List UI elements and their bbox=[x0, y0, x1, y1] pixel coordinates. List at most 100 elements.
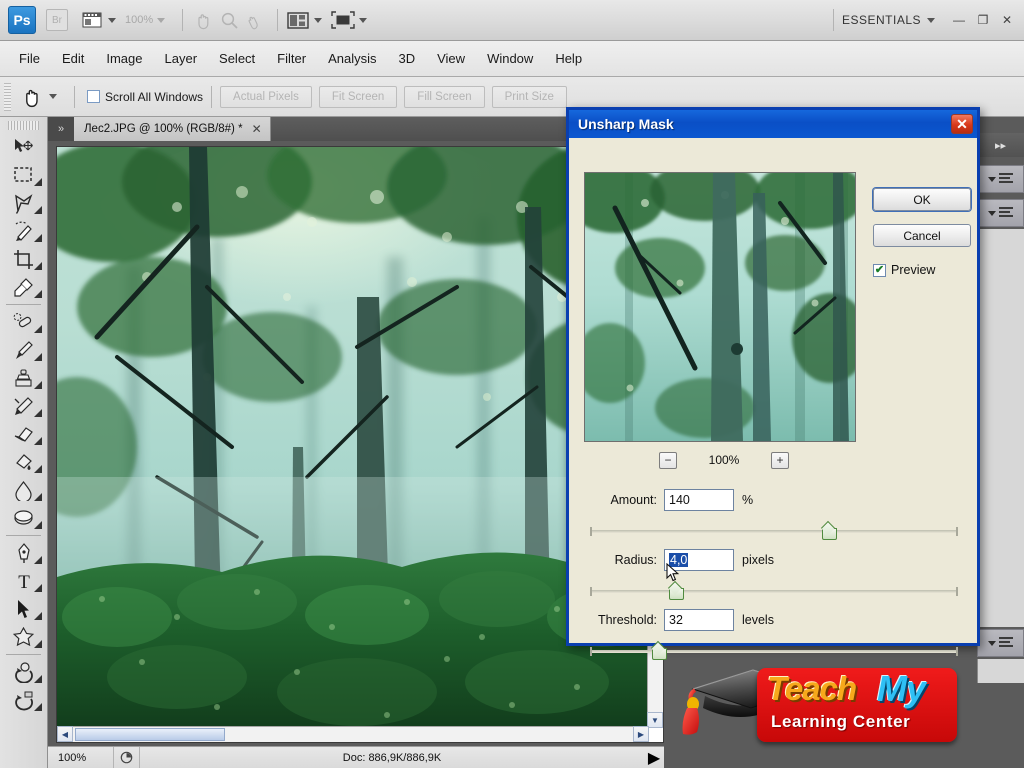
preview-zoom-in-button[interactable]: + bbox=[770, 451, 789, 469]
arrange-documents-icon[interactable] bbox=[286, 9, 310, 31]
threshold-slider-thumb[interactable] bbox=[652, 644, 667, 660]
pen-tool[interactable] bbox=[2, 539, 46, 567]
view-zoom-chevron-down-icon[interactable] bbox=[157, 17, 166, 23]
amount-slider[interactable] bbox=[590, 524, 958, 540]
healing-brush-flyout-icon[interactable] bbox=[33, 325, 42, 333]
crop-tool[interactable] bbox=[2, 245, 46, 273]
dodge-tool[interactable] bbox=[2, 504, 46, 532]
menu-filter[interactable]: Filter bbox=[266, 47, 317, 70]
panel-adjustments-menu-icon[interactable] bbox=[999, 207, 1013, 219]
threshold-slider-track[interactable] bbox=[590, 650, 958, 653]
amount-slider-thumb[interactable] bbox=[822, 524, 837, 540]
healing-brush-tool[interactable] bbox=[2, 308, 46, 336]
horizontal-scroll-thumb[interactable] bbox=[75, 728, 225, 741]
bridge-icon[interactable]: Br bbox=[46, 9, 68, 31]
rotate-view-icon[interactable] bbox=[243, 9, 267, 31]
fit-screen-button[interactable]: Fit Screen bbox=[318, 85, 398, 108]
panel-adjustments-chevron-down-icon[interactable] bbox=[988, 210, 996, 216]
radius-slider[interactable] bbox=[590, 584, 958, 600]
scroll-all-windows-box[interactable] bbox=[87, 90, 100, 103]
menu-file[interactable]: File bbox=[8, 47, 51, 70]
scroll-left-arrow-icon[interactable]: ◀ bbox=[57, 726, 73, 742]
threshold-slider[interactable] bbox=[590, 644, 958, 660]
document-tab[interactable]: Лес2.JPG @ 100% (RGB/8#) * ✕ bbox=[74, 117, 271, 141]
preview-checkbox-box[interactable]: ✔ bbox=[873, 263, 886, 277]
shape-tool[interactable] bbox=[2, 623, 46, 651]
mini-bridge-chevron-down-icon[interactable] bbox=[108, 17, 116, 23]
menu-window[interactable]: Window bbox=[476, 47, 544, 70]
blur-tool-flyout-icon[interactable] bbox=[33, 493, 42, 501]
orbit-3d-tool[interactable] bbox=[2, 686, 46, 714]
status-play-icon[interactable]: ▶ bbox=[644, 748, 664, 768]
menu-help[interactable]: Help bbox=[544, 47, 593, 70]
rotate-3d-flyout-icon[interactable] bbox=[33, 675, 42, 683]
panel-tab-layers[interactable] bbox=[977, 629, 1024, 657]
tool-preset-chevron-down-icon[interactable] bbox=[49, 94, 57, 99]
threshold-input[interactable]: 32 bbox=[664, 609, 734, 631]
history-brush-flyout-icon[interactable] bbox=[33, 409, 42, 417]
workspace-switcher-label[interactable]: ESSENTIALS bbox=[842, 13, 921, 27]
panel-expand-icon[interactable]: » bbox=[48, 117, 74, 141]
hand-icon[interactable] bbox=[191, 9, 215, 31]
eraser-tool[interactable] bbox=[2, 420, 46, 448]
move-tool[interactable] bbox=[2, 133, 46, 161]
lasso-tool-flyout-icon[interactable] bbox=[33, 206, 42, 214]
workspace-chevron-down-icon[interactable] bbox=[927, 17, 935, 23]
ok-button[interactable]: OK bbox=[873, 188, 971, 211]
window-maximize-button[interactable]: ❐ bbox=[974, 11, 992, 29]
tools-panel-grip[interactable] bbox=[8, 121, 39, 130]
orbit-3d-flyout-icon[interactable] bbox=[33, 703, 42, 711]
actual-pixels-button[interactable]: Actual Pixels bbox=[220, 85, 312, 108]
preview-checkbox[interactable]: ✔ Preview bbox=[873, 263, 935, 277]
screen-mode-icon[interactable] bbox=[331, 9, 355, 31]
screen-mode-chevron-down-icon[interactable] bbox=[359, 17, 368, 23]
amount-slider-track[interactable] bbox=[590, 530, 958, 533]
path-selection-tool[interactable] bbox=[2, 595, 46, 623]
radius-input[interactable]: 4,0 bbox=[664, 549, 734, 571]
marquee-tool[interactable] bbox=[2, 161, 46, 189]
gradient-tool-flyout-icon[interactable] bbox=[33, 465, 42, 473]
panel-tab-color[interactable] bbox=[977, 165, 1024, 193]
history-brush-tool[interactable] bbox=[2, 392, 46, 420]
shape-tool-flyout-icon[interactable] bbox=[33, 640, 42, 648]
menu-3d[interactable]: 3D bbox=[387, 47, 426, 70]
scroll-down-arrow-icon[interactable]: ▼ bbox=[647, 712, 663, 728]
type-tool[interactable]: T bbox=[2, 567, 46, 595]
crop-tool-flyout-icon[interactable] bbox=[33, 262, 42, 270]
marquee-tool-flyout-icon[interactable] bbox=[33, 178, 42, 186]
panel-color-chevron-down-icon[interactable] bbox=[988, 176, 996, 182]
panels-collapse-icon[interactable]: ▸▸ bbox=[977, 133, 1024, 157]
status-preview-icon[interactable] bbox=[114, 747, 140, 768]
radius-slider-track[interactable] bbox=[590, 590, 958, 593]
dodge-tool-flyout-icon[interactable] bbox=[33, 521, 42, 529]
document-tab-close-icon[interactable]: ✕ bbox=[252, 122, 262, 136]
eyedropper-flyout-icon[interactable] bbox=[33, 290, 42, 298]
print-size-button[interactable]: Print Size bbox=[491, 85, 567, 108]
status-zoom-value[interactable]: 100% bbox=[48, 747, 114, 768]
quick-selection-tool[interactable] bbox=[2, 217, 46, 245]
hand-tool-icon[interactable] bbox=[17, 84, 47, 110]
fill-screen-button[interactable]: Fill Screen bbox=[404, 85, 485, 108]
panel-layers-menu-icon[interactable] bbox=[999, 637, 1013, 649]
menu-analysis[interactable]: Analysis bbox=[317, 47, 387, 70]
scroll-right-arrow-icon[interactable]: ▶ bbox=[633, 726, 649, 742]
options-bar-grip[interactable] bbox=[4, 82, 11, 111]
menu-view[interactable]: View bbox=[426, 47, 476, 70]
blur-tool[interactable] bbox=[2, 476, 46, 504]
clone-stamp-flyout-icon[interactable] bbox=[33, 381, 42, 389]
type-tool-flyout-icon[interactable] bbox=[33, 584, 42, 592]
window-minimize-button[interactable]: — bbox=[950, 11, 968, 29]
canvas-horizontal-scrollbar[interactable]: ◀ ▶ bbox=[57, 726, 649, 742]
radius-slider-thumb[interactable] bbox=[669, 584, 684, 600]
gradient-tool[interactable] bbox=[2, 448, 46, 476]
panel-layers-chevron-down-icon[interactable] bbox=[988, 640, 996, 646]
clone-stamp-tool[interactable] bbox=[2, 364, 46, 392]
quick-selection-flyout-icon[interactable] bbox=[33, 234, 42, 242]
panel-body-upper[interactable] bbox=[977, 229, 1024, 627]
path-selection-flyout-icon[interactable] bbox=[33, 612, 42, 620]
menu-edit[interactable]: Edit bbox=[51, 47, 95, 70]
window-close-button[interactable]: ✕ bbox=[998, 11, 1016, 29]
menu-select[interactable]: Select bbox=[208, 47, 266, 70]
preview-zoom-out-button[interactable]: − bbox=[659, 451, 677, 469]
panel-tab-adjustments[interactable] bbox=[977, 199, 1024, 227]
